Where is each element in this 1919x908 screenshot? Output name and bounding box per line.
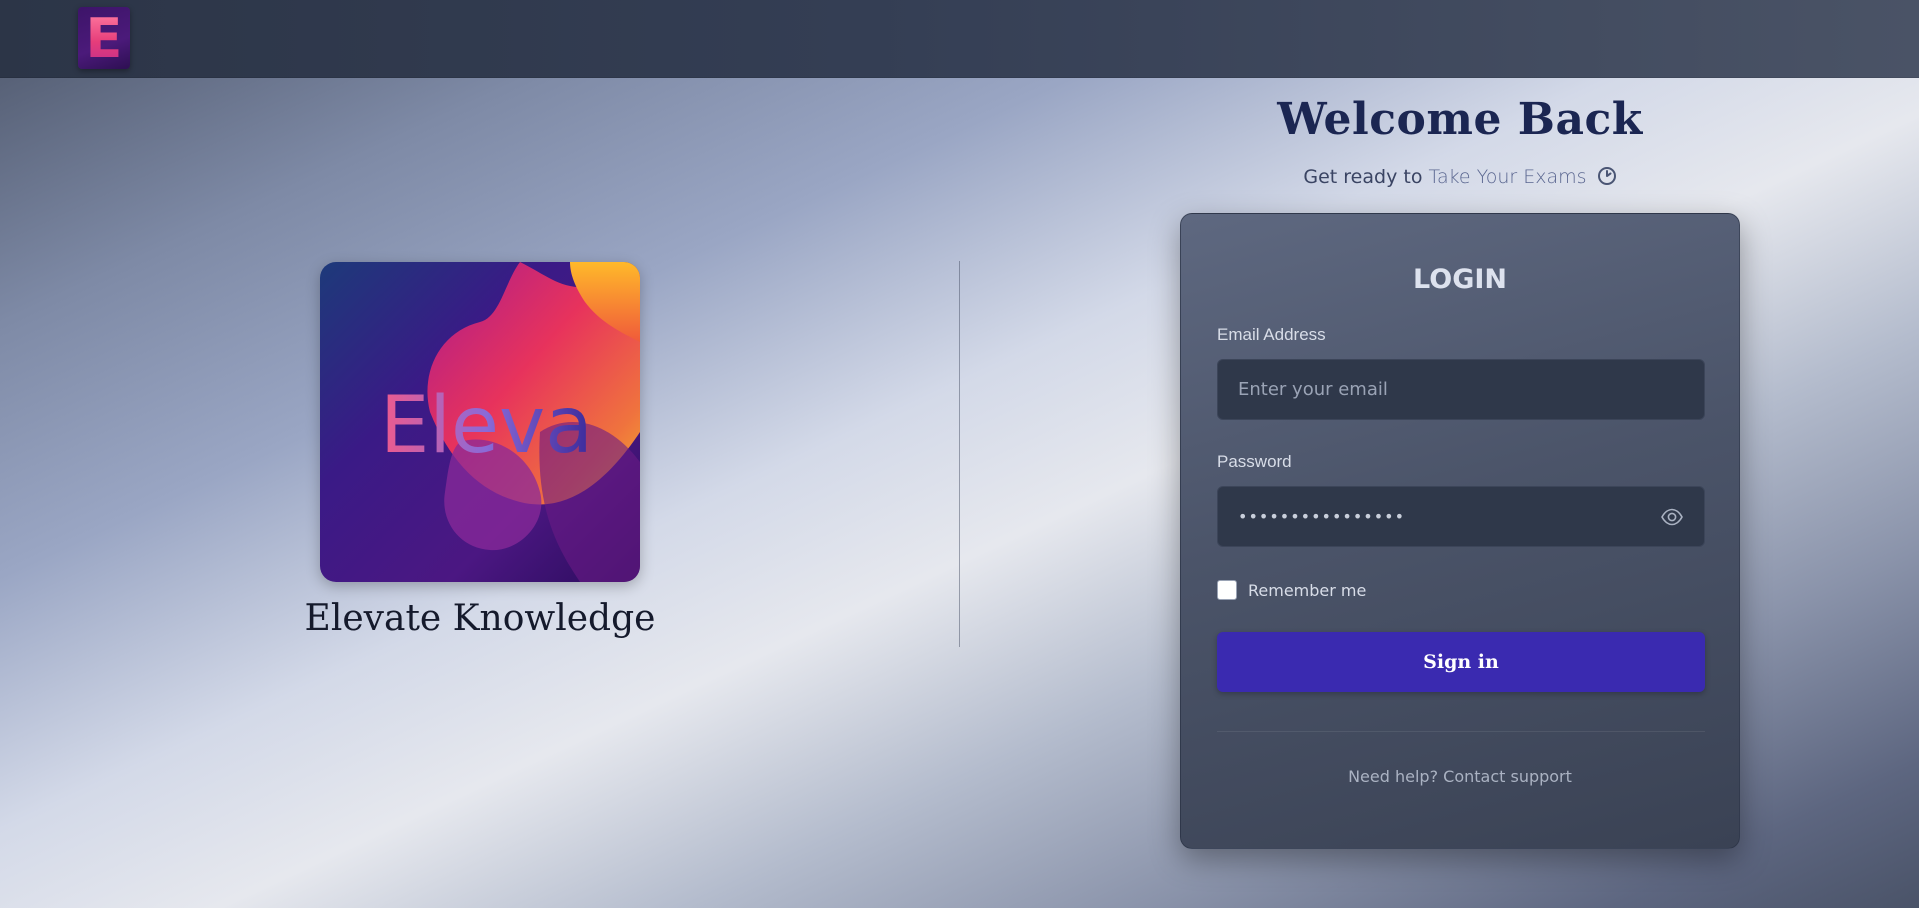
- password-label: Password: [1217, 452, 1292, 471]
- email-input[interactable]: [1238, 379, 1684, 400]
- password-input[interactable]: [1238, 507, 1652, 526]
- password-field-container: [1217, 486, 1705, 547]
- subtitle-prefix: Get ready to: [1303, 166, 1423, 188]
- logo-letter: E: [85, 7, 123, 70]
- sign-in-button[interactable]: Sign in: [1217, 632, 1705, 692]
- card-divider: [1217, 731, 1705, 732]
- welcome-subtitle: Get ready to Take Your Exams: [1180, 166, 1740, 188]
- contact-support-link[interactable]: Need help? Contact support: [1181, 767, 1739, 786]
- brand-artwork: Eleva: [320, 262, 640, 582]
- remember-me-label[interactable]: Remember me: [1248, 581, 1366, 600]
- brand-logo-image: Eleva: [320, 262, 640, 582]
- remember-me-checkbox[interactable]: [1217, 580, 1237, 600]
- welcome-title: Welcome Back: [1277, 94, 1643, 145]
- top-navbar: E: [0, 0, 1919, 78]
- login-card: LOGIN Email Address Password Remember me…: [1180, 213, 1740, 849]
- vertical-divider: [959, 261, 960, 647]
- brand-image-text: Eleva: [380, 381, 593, 471]
- eye-icon[interactable]: [1660, 505, 1684, 529]
- subtitle-highlight: Take Your Exams: [1428, 166, 1587, 188]
- clock-icon: [1597, 167, 1616, 185]
- brand-caption: Elevate Knowledge: [304, 598, 656, 639]
- app-logo-icon[interactable]: E: [78, 7, 130, 69]
- email-label: Email Address: [1217, 325, 1326, 344]
- remember-me-row: Remember me: [1217, 580, 1366, 600]
- email-field-container: [1217, 359, 1705, 420]
- login-heading: LOGIN: [1413, 264, 1507, 295]
